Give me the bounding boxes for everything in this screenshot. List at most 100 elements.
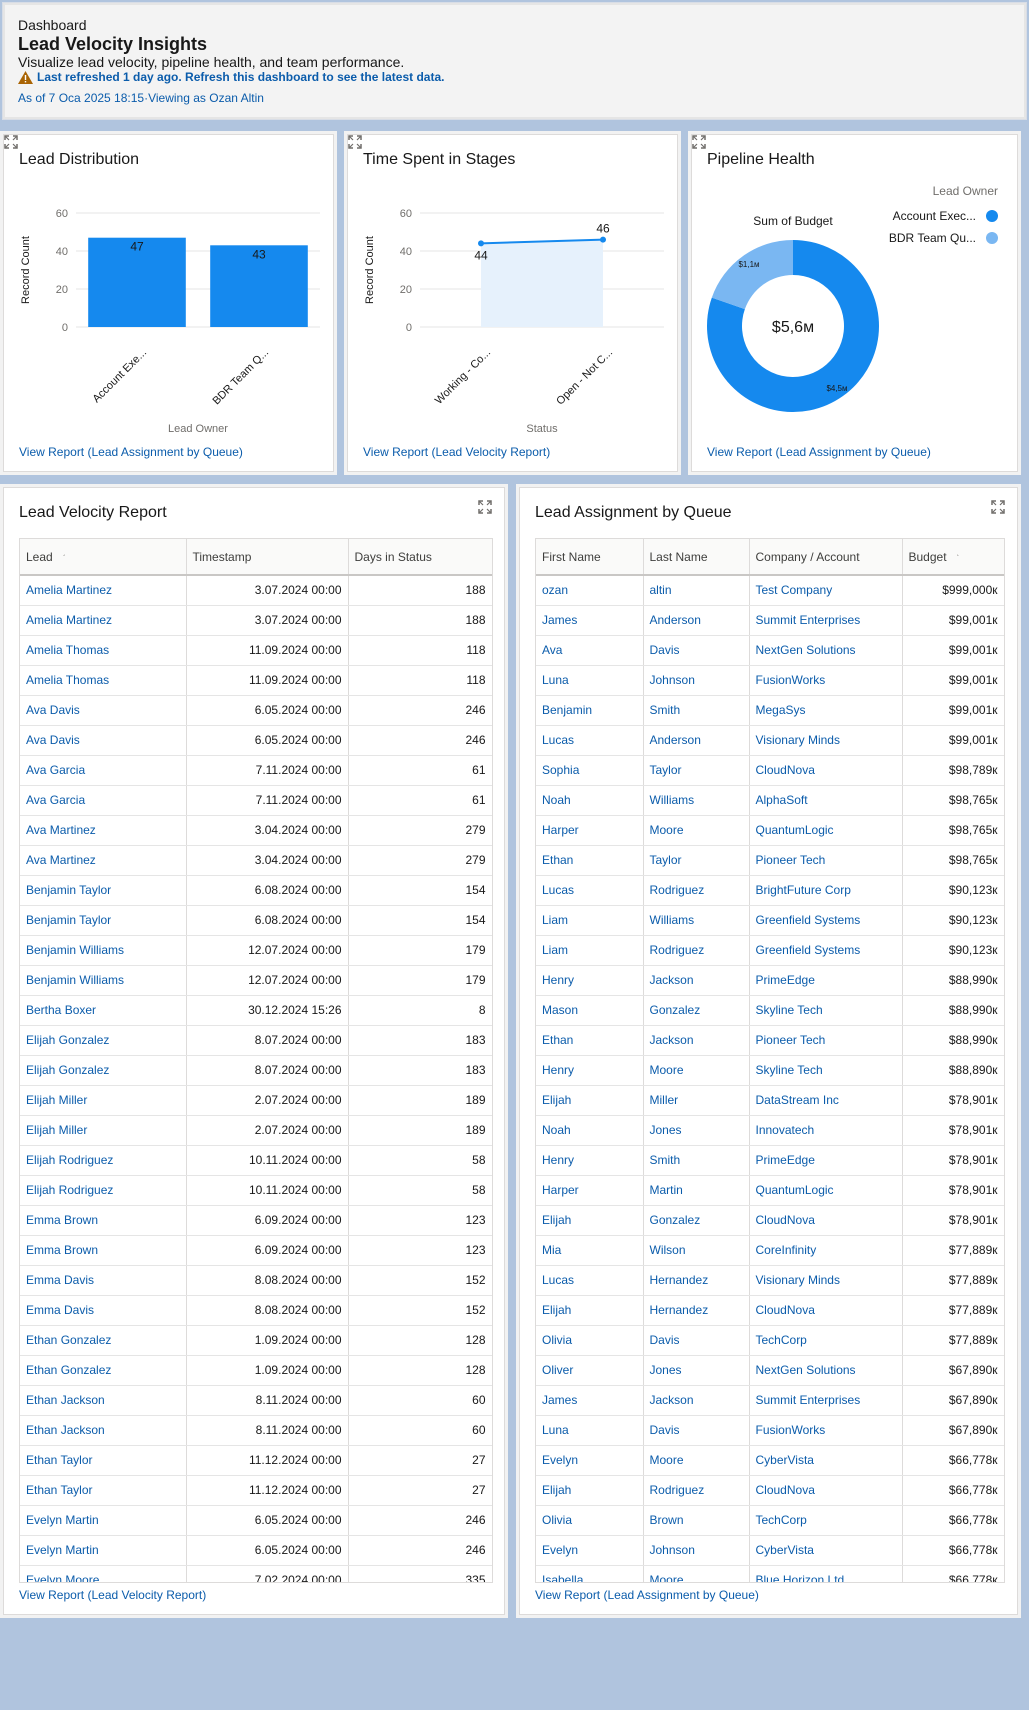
table-cell-link[interactable]: Johnson	[643, 665, 750, 696]
table-cell-link[interactable]: QuantumLogic	[749, 1175, 903, 1206]
table-cell-link[interactable]: Henry	[536, 1055, 644, 1086]
table-cell-link[interactable]: Anderson	[643, 725, 750, 756]
table-cell-link[interactable]: Martin	[643, 1175, 750, 1206]
table-cell-link[interactable]: Ava Davis	[20, 725, 187, 756]
table-cell-link[interactable]: Jackson	[643, 1385, 750, 1416]
table-cell-link[interactable]: Mia	[536, 1235, 644, 1266]
table-cell-link[interactable]: Anderson	[643, 605, 750, 636]
sort-arrow-icon[interactable]: ˋ	[957, 554, 960, 563]
table-cell-link[interactable]: Ethan Taylor	[20, 1475, 187, 1506]
refresh-warning-text[interactable]: Last refreshed 1 day ago. Refresh this d…	[37, 70, 444, 84]
table-cell-link[interactable]: Benjamin Williams	[20, 965, 187, 996]
table-cell-link[interactable]: CloudNova	[749, 1295, 903, 1326]
refresh-warning[interactable]: Last refreshed 1 day ago. Refresh this d…	[18, 70, 444, 84]
table-cell-link[interactable]: Isabella	[536, 1565, 644, 1582]
table-cell-link[interactable]: Skyline Tech	[749, 1055, 903, 1086]
table-cell-link[interactable]: Ethan	[536, 1025, 644, 1056]
table-cell-link[interactable]: Evelyn Martin	[20, 1535, 187, 1566]
column-header[interactable]: Timestamp	[186, 539, 349, 576]
table-cell-link[interactable]: Davis	[643, 1325, 750, 1356]
table-cell-link[interactable]: TechCorp	[749, 1325, 903, 1356]
table-cell-link[interactable]: Elijah	[536, 1205, 644, 1236]
table-cell-link[interactable]: NextGen Solutions	[749, 1355, 903, 1386]
column-header[interactable]: Lead ˊ	[20, 539, 187, 576]
table-cell-link[interactable]: Liam	[536, 905, 644, 936]
table-cell-link[interactable]: Emma Davis	[20, 1265, 187, 1296]
table-cell-link[interactable]: Bertha Boxer	[20, 995, 187, 1026]
table-cell-link[interactable]: Greenfield Systems	[749, 905, 903, 936]
table-cell-link[interactable]: Moore	[643, 1445, 750, 1476]
table-cell-link[interactable]: DataStream Inc	[749, 1085, 903, 1116]
table-cell-link[interactable]: Elijah	[536, 1085, 644, 1116]
table-cell-link[interactable]: PrimeEdge	[749, 965, 903, 996]
view-report-link[interactable]: View Report (Lead Assignment by Queue)	[535, 1588, 759, 1602]
table-cell-link[interactable]: Moore	[643, 1565, 750, 1582]
view-report-link[interactable]: View Report (Lead Velocity Report)	[363, 445, 550, 459]
table-cell-link[interactable]: Evelyn	[536, 1445, 644, 1476]
column-header[interactable]: Budget ˋ	[902, 539, 1004, 576]
table-cell-link[interactable]: Jones	[643, 1115, 750, 1146]
table-cell-link[interactable]: Test Company	[749, 575, 903, 606]
table-cell-link[interactable]: CyberVista	[749, 1535, 903, 1566]
table-cell-link[interactable]: Amelia Martinez	[20, 575, 187, 606]
table-cell-link[interactable]: Pioneer Tech	[749, 1025, 903, 1056]
table-cell-link[interactable]: Evelyn Moore	[20, 1565, 187, 1582]
table-cell-link[interactable]: Luna	[536, 665, 644, 696]
table-cell-link[interactable]: Gonzalez	[643, 995, 750, 1026]
table-cell-link[interactable]: Noah	[536, 1115, 644, 1146]
table-cell-link[interactable]: Hernandez	[643, 1265, 750, 1296]
table-cell-link[interactable]: Elijah	[536, 1475, 644, 1506]
table-cell-link[interactable]: Ethan Jackson	[20, 1385, 187, 1416]
table-cell-link[interactable]: ozan	[536, 575, 644, 606]
table-cell-link[interactable]: Brown	[643, 1505, 750, 1536]
table-cell-link[interactable]: Ava Martinez	[20, 845, 187, 876]
table-cell-link[interactable]: MegaSys	[749, 695, 903, 726]
table-cell-link[interactable]: James	[536, 1385, 644, 1416]
table-cell-link[interactable]: Ethan Taylor	[20, 1445, 187, 1476]
assignment-table-scroll[interactable]: First Name Last Name Company / Account Budg…	[535, 538, 1005, 1583]
table-cell-link[interactable]: James	[536, 605, 644, 636]
table-cell-link[interactable]: Emma Davis	[20, 1295, 187, 1326]
table-cell-link[interactable]: Elijah Miller	[20, 1085, 187, 1116]
view-report-link[interactable]: View Report (Lead Assignment by Queue)	[707, 445, 931, 459]
table-cell-link[interactable]: FusionWorks	[749, 665, 903, 696]
table-cell-link[interactable]: Benjamin	[536, 695, 644, 726]
table-cell-link[interactable]: Moore	[643, 1055, 750, 1086]
table-cell-link[interactable]: Harper	[536, 1175, 644, 1206]
table-cell-link[interactable]: Lucas	[536, 875, 644, 906]
table-cell-link[interactable]: FusionWorks	[749, 1415, 903, 1446]
table-cell-link[interactable]: Hernandez	[643, 1295, 750, 1326]
table-cell-link[interactable]: Ava Martinez	[20, 815, 187, 846]
velocity-table-scroll[interactable]: Lead ˊ Timestamp Days in Status Amelia Mart…	[19, 538, 493, 1583]
table-cell-link[interactable]: Summit Enterprises	[749, 1385, 903, 1416]
table-cell-link[interactable]: Amelia Thomas	[20, 635, 187, 666]
column-header[interactable]: Days in Status	[348, 539, 492, 576]
table-cell-link[interactable]: Henry	[536, 965, 644, 996]
table-cell-link[interactable]: CyberVista	[749, 1445, 903, 1476]
table-cell-link[interactable]: Henry	[536, 1145, 644, 1176]
table-cell-link[interactable]: Lucas	[536, 1265, 644, 1296]
table-cell-link[interactable]: Skyline Tech	[749, 995, 903, 1026]
table-cell-link[interactable]: Elijah Gonzalez	[20, 1055, 187, 1086]
table-cell-link[interactable]: Visionary Minds	[749, 725, 903, 756]
table-cell-link[interactable]: Pioneer Tech	[749, 845, 903, 876]
expand-icon[interactable]	[478, 500, 492, 514]
table-cell-link[interactable]: Liam	[536, 935, 644, 966]
table-cell-link[interactable]: TechCorp	[749, 1505, 903, 1536]
table-cell-link[interactable]: Smith	[643, 1145, 750, 1176]
column-header[interactable]: First Name	[536, 539, 644, 576]
table-cell-link[interactable]: Sophia	[536, 755, 644, 786]
expand-icon[interactable]	[991, 500, 1005, 514]
table-cell-link[interactable]: Olivia	[536, 1505, 644, 1536]
table-cell-link[interactable]: Jackson	[643, 965, 750, 996]
table-cell-link[interactable]: Harper	[536, 815, 644, 846]
view-report-link[interactable]: View Report (Lead Assignment by Queue)	[19, 445, 243, 459]
table-cell-link[interactable]: Luna	[536, 1415, 644, 1446]
table-cell-link[interactable]: Elijah Rodriguez	[20, 1175, 187, 1206]
table-cell-link[interactable]: altin	[643, 575, 750, 606]
table-cell-link[interactable]: Visionary Minds	[749, 1265, 903, 1296]
table-cell-link[interactable]: Noah	[536, 785, 644, 816]
table-cell-link[interactable]: Rodriguez	[643, 875, 750, 906]
table-cell-link[interactable]: Blue Horizon Ltd	[749, 1565, 903, 1582]
table-cell-link[interactable]: Olivia	[536, 1325, 644, 1356]
